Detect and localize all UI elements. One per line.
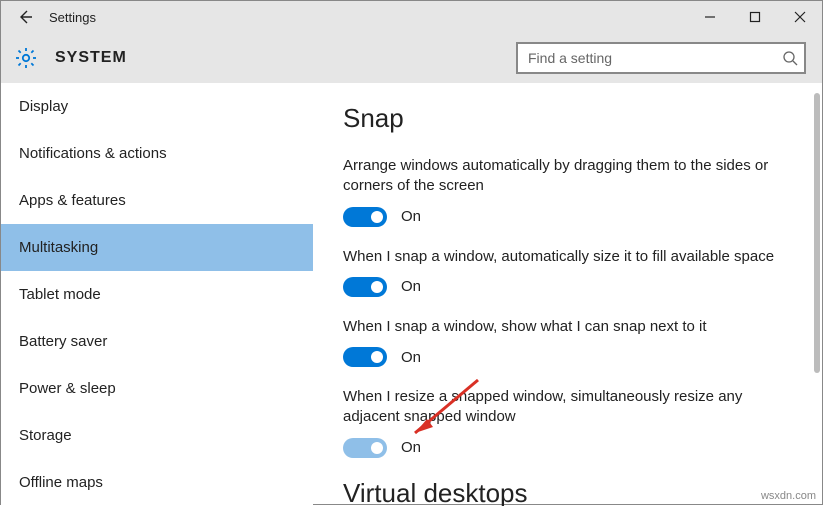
toggle-state: On	[401, 278, 421, 295]
setting-label: When I resize a snapped window, simultan…	[343, 387, 792, 428]
toggle-switch[interactable]	[343, 347, 387, 367]
scrollbar[interactable]	[814, 93, 820, 373]
sidebar-item-apps[interactable]: Apps & features	[1, 177, 313, 224]
setting-label: Arrange windows automatically by draggin…	[343, 156, 792, 197]
watermark: wsxdn.com	[761, 490, 816, 502]
sidebar-item-label: Power & sleep	[19, 380, 116, 397]
sidebar-item-label: Apps & features	[19, 192, 126, 209]
page-category: SYSTEM	[55, 49, 127, 67]
toggle-state: On	[401, 349, 421, 366]
main-panel: Snap Arrange windows automatically by dr…	[313, 83, 822, 506]
sidebar-item-tablet[interactable]: Tablet mode	[1, 271, 313, 318]
setting-snap-assist: When I snap a window, show what I can sn…	[343, 317, 792, 367]
toggle-switch[interactable]	[343, 277, 387, 297]
sidebar-item-offline-maps[interactable]: Offline maps	[1, 459, 313, 506]
toggle-state: On	[401, 208, 421, 225]
header: SYSTEM Find a setting	[1, 33, 822, 83]
back-button[interactable]	[1, 1, 49, 33]
setting-snap-autosize: When I snap a window, automatically size…	[343, 247, 792, 297]
sidebar-item-multitasking[interactable]: Multitasking	[1, 224, 313, 271]
search-input[interactable]: Find a setting	[516, 42, 806, 74]
minimize-button[interactable]	[687, 1, 732, 33]
section-heading-snap: Snap	[343, 103, 792, 134]
sidebar-item-label: Battery saver	[19, 333, 107, 350]
window-title: Settings	[49, 10, 96, 25]
close-button[interactable]	[777, 1, 822, 33]
sidebar-item-label: Tablet mode	[19, 286, 101, 303]
section-heading-virtual-desktops: Virtual desktops	[343, 478, 792, 506]
gear-icon	[11, 43, 41, 73]
sidebar: Display Notifications & actions Apps & f…	[1, 83, 313, 506]
toggle-switch[interactable]	[343, 438, 387, 458]
title-bar: Settings	[1, 1, 822, 33]
sidebar-item-storage[interactable]: Storage	[1, 412, 313, 459]
search-placeholder: Find a setting	[528, 50, 782, 66]
sidebar-item-label: Display	[19, 98, 68, 115]
toggle-switch[interactable]	[343, 207, 387, 227]
sidebar-item-notifications[interactable]: Notifications & actions	[1, 130, 313, 177]
search-icon	[782, 50, 798, 66]
setting-label: When I snap a window, automatically size…	[343, 247, 792, 267]
sidebar-item-display[interactable]: Display	[1, 83, 313, 130]
sidebar-item-label: Notifications & actions	[19, 145, 167, 162]
setting-snap-resize-adjacent: When I resize a snapped window, simultan…	[343, 387, 792, 458]
maximize-button[interactable]	[732, 1, 777, 33]
setting-label: When I snap a window, show what I can sn…	[343, 317, 792, 337]
sidebar-item-label: Offline maps	[19, 474, 103, 491]
sidebar-item-battery[interactable]: Battery saver	[1, 318, 313, 365]
sidebar-item-power[interactable]: Power & sleep	[1, 365, 313, 412]
sidebar-item-label: Storage	[19, 427, 72, 444]
sidebar-item-label: Multitasking	[19, 239, 98, 256]
setting-snap-arrange: Arrange windows automatically by draggin…	[343, 156, 792, 227]
toggle-state: On	[401, 439, 421, 456]
